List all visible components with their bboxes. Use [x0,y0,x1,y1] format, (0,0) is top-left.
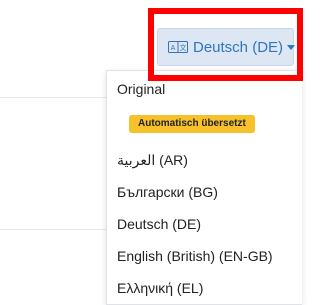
menu-item-de[interactable]: Deutsch (DE) [117,216,201,232]
language-select-button[interactable]: A 文 Deutsch (DE) [157,28,296,66]
menu-item-ar[interactable]: العربية (AR) [117,152,188,169]
background-divider [0,97,120,98]
translate-icon: A 文 [168,41,188,53]
auto-translated-badge: Automatisch übersetzt [129,115,255,133]
menu-item-original[interactable]: Original [117,81,165,97]
background-divider [0,229,120,230]
menu-item-el[interactable]: Ελληνική (EL) [117,280,203,296]
menu-item-bg[interactable]: Български (BG) [117,184,218,200]
svg-text:文: 文 [180,43,187,52]
menu-item-en-gb[interactable]: English (British) (EN-GB) [117,248,273,264]
language-dropdown-menu: Original Automatisch übersetzt العربية (… [106,70,302,305]
chevron-down-icon [287,44,296,50]
language-select-label: Deutsch (DE) [193,38,284,56]
svg-text:A: A [171,45,176,52]
